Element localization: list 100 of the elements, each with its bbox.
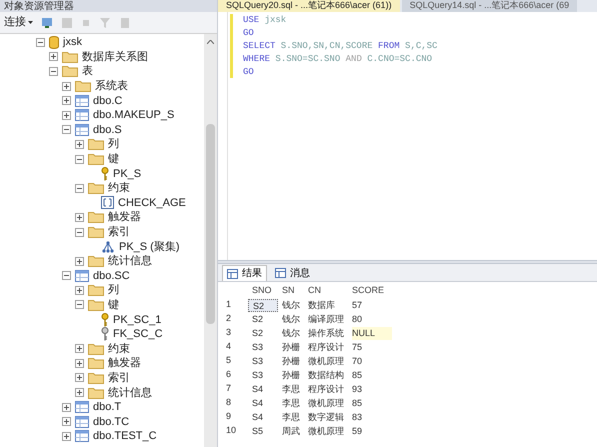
table-cell-text: 钱尔 [281, 298, 301, 312]
database-icon [49, 36, 59, 49]
collapse-toggle[interactable] [75, 154, 84, 164]
table-cell-text: 微机原理 [308, 354, 345, 368]
tree-item[interactable]: dbo.T [93, 400, 122, 414]
collapse-toggle[interactable] [36, 38, 45, 47]
tree-item[interactable]: 约束 [108, 181, 130, 196]
expand-toggle[interactable] [62, 402, 71, 412]
connect-button[interactable]: 连接 [4, 14, 33, 31]
expand-toggle[interactable] [75, 140, 84, 149]
tree-item[interactable]: 表 [82, 64, 93, 78]
folder-icon [88, 255, 104, 268]
tree-item[interactable]: jxsk [63, 35, 82, 50]
tree-item[interactable]: 数据库关系图 [82, 50, 148, 64]
expand-toggle[interactable] [62, 96, 71, 106]
table-cell-text: 孙栅 [281, 354, 301, 368]
folder-icon [88, 386, 104, 399]
table-icon [75, 124, 89, 136]
table-cell-text: 75 [352, 340, 364, 354]
folder-icon [62, 50, 78, 63]
row-number: 7 [226, 382, 232, 396]
tree-item[interactable]: 触发器 [108, 210, 141, 224]
tree-item[interactable]: 索引 [108, 225, 130, 240]
index-tree-icon [101, 240, 115, 253]
expand-toggle[interactable] [75, 212, 84, 222]
tree-item[interactable]: PK_SC_1 [113, 312, 162, 327]
expand-toggle[interactable] [75, 344, 84, 354]
tree-item[interactable]: dbo.MAKEUP_S [93, 108, 174, 122]
row-number: 9 [226, 410, 232, 424]
collapse-toggle[interactable] [62, 271, 71, 280]
editor-tab[interactable]: SQLQuery20.sql - ...笔记本666\acer (61)) [218, 0, 400, 12]
collapse-toggle[interactable] [75, 300, 84, 310]
scrollbar[interactable] [204, 34, 217, 447]
table-cell-text: 83 [352, 410, 364, 424]
collapse-toggle[interactable] [62, 125, 71, 134]
expand-toggle[interactable] [75, 358, 84, 368]
tree-item[interactable]: 触发器 [108, 356, 141, 370]
table-icon [75, 109, 89, 122]
expand-toggle[interactable] [75, 286, 84, 295]
result-tab[interactable]: 结果 [222, 265, 267, 281]
table-icon [75, 416, 89, 428]
row-number: 6 [226, 368, 232, 382]
table-cell-text: 李思 [281, 396, 301, 410]
row-number: 8 [226, 396, 232, 410]
code-line: USE jxsk [243, 14, 288, 27]
tree-item[interactable]: dbo.SC [93, 268, 130, 283]
editor-tab[interactable]: SQLQuery14.sql - ...笔记本666\acer (69 [402, 0, 578, 12]
expand-toggle[interactable] [62, 110, 71, 120]
collapse-toggle[interactable] [75, 184, 84, 193]
table-icon [75, 94, 89, 107]
expand-toggle[interactable] [62, 82, 71, 91]
collapse-toggle[interactable] [75, 228, 84, 237]
expand-toggle[interactable] [62, 417, 71, 426]
folder-icon [88, 342, 104, 355]
tree-item[interactable]: 列 [108, 283, 119, 298]
table-cell-text: S3 [251, 354, 264, 368]
table-cell-text: 李思 [281, 382, 301, 396]
tree-item[interactable]: 键 [108, 152, 119, 166]
table-cell-text: 70 [352, 354, 364, 368]
tree-item[interactable]: 约束 [108, 342, 130, 356]
table-cell-text: 数据结构 [308, 368, 345, 382]
tree-item[interactable]: 索引 [108, 370, 130, 385]
tree-item[interactable]: 统计信息 [108, 386, 152, 400]
table-cell-text: 数据库 [308, 298, 336, 312]
expand-toggle[interactable] [49, 52, 58, 62]
tree-item[interactable]: dbo.S [93, 122, 122, 137]
tree-item[interactable]: PK_S [113, 166, 142, 181]
expand-toggle[interactable] [75, 388, 84, 398]
table-icon [75, 270, 89, 282]
tree-item[interactable]: CHECK_AGE [118, 196, 186, 210]
expand-toggle[interactable] [75, 256, 84, 266]
table-icon [75, 430, 89, 442]
tree-item[interactable]: 统计信息 [108, 254, 152, 268]
expand-toggle[interactable] [75, 373, 84, 382]
tree-item[interactable]: dbo.TC [93, 414, 130, 429]
table-cell-text: 孙栅 [281, 368, 301, 382]
table-cell-text: 操作系统 [308, 326, 345, 340]
connect-icon[interactable] [41, 16, 53, 28]
row-number: 5 [226, 354, 232, 368]
folder-icon [88, 284, 104, 296]
row-number: 3 [226, 326, 232, 340]
tree-item[interactable]: 键 [108, 298, 119, 312]
table-cell-text: S4 [251, 396, 264, 410]
expand-toggle[interactable] [62, 432, 71, 441]
row-number: 1 [226, 298, 232, 312]
column-header: SNO [251, 284, 273, 298]
column-header: SCORE [352, 284, 386, 298]
folder-icon [88, 153, 104, 166]
result-tab[interactable]: 消息 [271, 265, 314, 281]
tree-item[interactable]: dbo.TEST_C [93, 429, 157, 444]
dropdown-caret-icon [28, 21, 33, 24]
table-cell-text: 微机原理 [308, 424, 345, 438]
tree-item[interactable]: 系统表 [95, 79, 128, 94]
collapse-toggle[interactable] [49, 66, 58, 76]
tree-item[interactable]: 列 [108, 137, 119, 152]
tree-item[interactable]: FK_SC_C [113, 327, 163, 342]
tree-item[interactable]: dbo.C [93, 94, 122, 108]
table-cell-text: 85 [352, 396, 364, 410]
tree-item[interactable]: PK_S (聚集) [119, 240, 180, 254]
scroll-up-icon[interactable] [207, 40, 214, 44]
